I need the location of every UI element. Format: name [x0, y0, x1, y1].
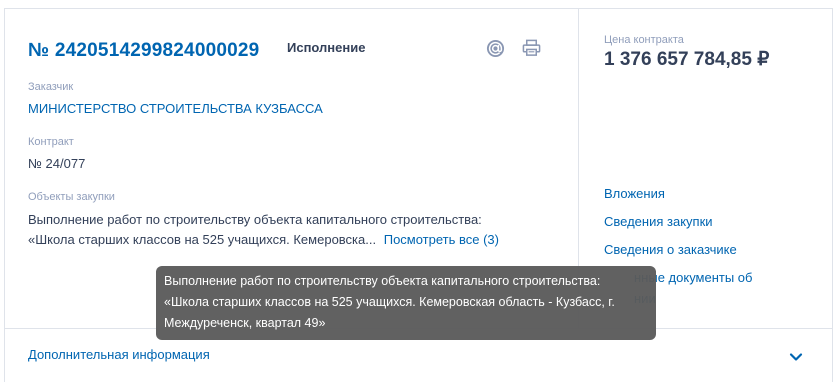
- chevron-down-icon[interactable]: [787, 348, 805, 366]
- price-value: 1 376 657 784,85 ₽: [604, 49, 770, 70]
- customer-link[interactable]: МИНИСТЕРСТВО СТРОИТЕЛЬСТВА КУЗБАССА: [28, 101, 323, 116]
- additional-info-toggle[interactable]: Дополнительная информация: [28, 347, 210, 362]
- show-all-link[interactable]: Посмотреть все (3): [384, 232, 499, 247]
- attachments-link[interactable]: Вложения: [604, 183, 814, 204]
- contract-number-link[interactable]: № 2420514299824000029: [28, 40, 259, 62]
- objects-label: Объекты закупки: [28, 191, 115, 203]
- objects-line-2: «Школа старших классов на 525 учащихся. …: [28, 230, 548, 250]
- status-label: Исполнение: [287, 40, 366, 55]
- tooltip-line-3: Междуреченск, квартал 49»: [164, 316, 326, 330]
- printer-icon[interactable]: [521, 38, 541, 58]
- tooltip-line-1: Выполнение работ по строительству объект…: [164, 274, 601, 288]
- at-sign-icon[interactable]: [485, 38, 505, 58]
- customer-label: Заказчик: [28, 81, 74, 93]
- customer-info-link[interactable]: Сведения о заказчике: [604, 239, 814, 260]
- objects-line-1: Выполнение работ по строительству объект…: [28, 212, 482, 227]
- purchase-info-link[interactable]: Сведения закупки: [604, 211, 814, 232]
- contract-value: № 24/077: [28, 156, 86, 171]
- contract-label: Контракт: [28, 136, 74, 148]
- price-label: Цена контракта: [604, 34, 684, 46]
- objects-line-2-text: «Школа старших классов на 525 учащихся. …: [28, 232, 377, 247]
- objects-description: Выполнение работ по строительству объект…: [28, 210, 548, 250]
- tooltip-line-2: «Школа старших классов на 525 учащихся. …: [164, 295, 615, 309]
- objects-tooltip: Выполнение работ по строительству объект…: [156, 266, 656, 340]
